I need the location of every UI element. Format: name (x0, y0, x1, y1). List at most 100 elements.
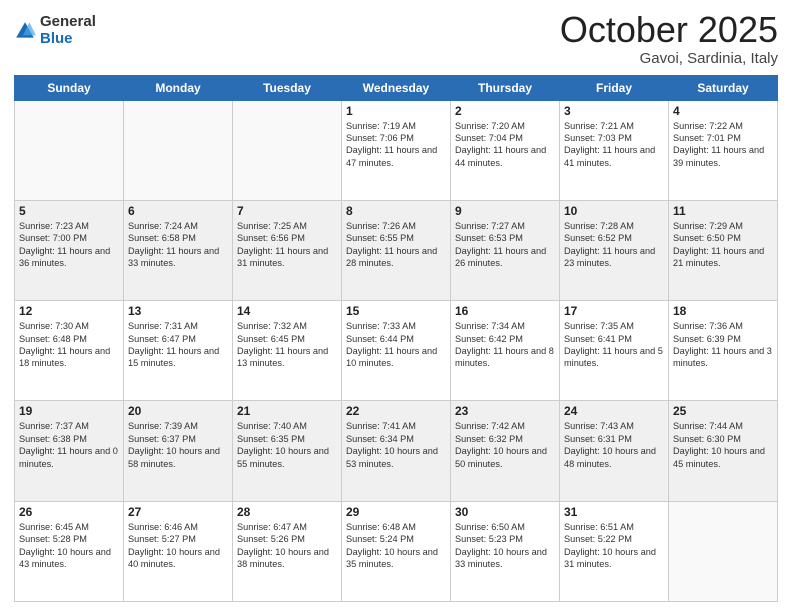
cell-text: Sunrise: 7:40 AM Sunset: 6:35 PM Dayligh… (237, 420, 337, 470)
day-number: 22 (346, 404, 446, 418)
calendar-cell: 2 Sunrise: 7:20 AM Sunset: 7:04 PM Daylig… (451, 100, 560, 200)
weekday-header: Sunday (15, 75, 124, 100)
day-number: 5 (19, 204, 119, 218)
day-number: 23 (455, 404, 555, 418)
cell-text: Sunrise: 7:25 AM Sunset: 6:56 PM Dayligh… (237, 220, 337, 270)
calendar-cell: 6Sunrise: 7:24 AM Sunset: 6:58 PM Daylig… (124, 200, 233, 300)
day-number: 28 (237, 505, 337, 519)
day-number: 7 (237, 204, 337, 218)
day-number: 16 (455, 304, 555, 318)
calendar-cell: 27 Sunrise: 6:46 AM Sunset: 5:27 PM Dayli… (124, 501, 233, 601)
calendar-cell: 3Sunrise: 7:21 AM Sunset: 7:03 PM Daylig… (560, 100, 669, 200)
day-number: 24 (564, 404, 664, 418)
location: Gavoi, Sardinia, Italy (560, 50, 778, 67)
day-number: 21 (237, 404, 337, 418)
day-number: 26 (19, 505, 119, 519)
cell-text: Sunrise: 7:41 AM Sunset: 6:34 PM Dayligh… (346, 420, 446, 470)
cell-text: Sunrise: 6:51 AM Sunset: 5:22 PM Dayligh… (564, 521, 664, 571)
logo-blue: Blue (40, 31, 96, 48)
calendar-cell: 26 Sunrise: 6:45 AM Sunset: 5:28 PM Dayli… (15, 501, 124, 601)
calendar-cell: 21 Sunrise: 7:40 AM Sunset: 6:35 PM Dayli… (233, 401, 342, 501)
cell-text: Sunrise: 7:29 AM Sunset: 6:50 PM Dayligh… (673, 220, 773, 270)
calendar-cell: 17 Sunrise: 7:35 AM Sunset: 6:41 PM Dayli… (560, 301, 669, 401)
cell-text: Sunrise: 7:27 AM Sunset: 6:53 PM Dayligh… (455, 220, 555, 270)
day-number: 30 (455, 505, 555, 519)
day-number: 15 (346, 304, 446, 318)
calendar-cell: 18 Sunrise: 7:36 AM Sunset: 6:39 PM Dayli… (669, 301, 778, 401)
cell-text: Sunrise: 7:30 AM Sunset: 6:48 PM Dayligh… (19, 320, 119, 370)
calendar-cell (233, 100, 342, 200)
calendar-cell: 13 Sunrise: 7:31 AM Sunset: 6:47 PM Dayli… (124, 301, 233, 401)
calendar-cell: 10 Sunrise: 7:28 AM Sunset: 6:52 PM Dayli… (560, 200, 669, 300)
day-number: 31 (564, 505, 664, 519)
day-number: 17 (564, 304, 664, 318)
weekday-header: Tuesday (233, 75, 342, 100)
cell-text: Sunrise: 7:26 AM Sunset: 6:55 PM Dayligh… (346, 220, 446, 270)
cell-text: Sunrise: 7:28 AM Sunset: 6:52 PM Dayligh… (564, 220, 664, 270)
day-number: 6 (128, 204, 228, 218)
title-block: October 2025 Gavoi, Sardinia, Italy (560, 10, 778, 67)
calendar-cell (15, 100, 124, 200)
header: General Blue October 2025 Gavoi, Sardini… (14, 10, 778, 67)
month-title: October 2025 (560, 10, 778, 50)
calendar-cell: 8 Sunrise: 7:26 AM Sunset: 6:55 PM Daylig… (342, 200, 451, 300)
cell-text: Sunrise: 6:48 AM Sunset: 5:24 PM Dayligh… (346, 521, 446, 571)
cell-text: Sunrise: 7:39 AM Sunset: 6:37 PM Dayligh… (128, 420, 228, 470)
cell-text: Sunrise: 7:43 AM Sunset: 6:31 PM Dayligh… (564, 420, 664, 470)
calendar-cell: 20 Sunrise: 7:39 AM Sunset: 6:37 PM Dayli… (124, 401, 233, 501)
day-number: 2 (455, 104, 555, 118)
calendar-cell: 30 Sunrise: 6:50 AM Sunset: 5:23 PM Dayli… (451, 501, 560, 601)
cell-text: Sunrise: 7:31 AM Sunset: 6:47 PM Dayligh… (128, 320, 228, 370)
calendar-cell: 4Sunrise: 7:22 AM Sunset: 7:01 PM Daylig… (669, 100, 778, 200)
calendar-cell: 19 Sunrise: 7:37 AM Sunset: 6:38 PM Dayli… (15, 401, 124, 501)
calendar-cell: 15Sunrise: 7:33 AM Sunset: 6:44 PM Dayli… (342, 301, 451, 401)
day-number: 11 (673, 204, 773, 218)
cell-text: Sunrise: 6:50 AM Sunset: 5:23 PM Dayligh… (455, 521, 555, 571)
day-number: 18 (673, 304, 773, 318)
calendar-cell: 29Sunrise: 6:48 AM Sunset: 5:24 PM Dayli… (342, 501, 451, 601)
calendar-row: 26 Sunrise: 6:45 AM Sunset: 5:28 PM Dayli… (15, 501, 778, 601)
logo-icon (14, 20, 36, 42)
calendar-cell: 11 Sunrise: 7:29 AM Sunset: 6:50 PM Dayli… (669, 200, 778, 300)
weekday-header: Wednesday (342, 75, 451, 100)
calendar-cell: 31 Sunrise: 6:51 AM Sunset: 5:22 PM Dayli… (560, 501, 669, 601)
cell-text: Sunrise: 6:45 AM Sunset: 5:28 PM Dayligh… (19, 521, 119, 571)
day-number: 20 (128, 404, 228, 418)
calendar-row: 19 Sunrise: 7:37 AM Sunset: 6:38 PM Dayli… (15, 401, 778, 501)
day-number: 8 (346, 204, 446, 218)
cell-text: Sunrise: 6:47 AM Sunset: 5:26 PM Dayligh… (237, 521, 337, 571)
cell-text: Sunrise: 7:35 AM Sunset: 6:41 PM Dayligh… (564, 320, 664, 370)
calendar-cell: 5Sunrise: 7:23 AM Sunset: 7:00 PM Daylig… (15, 200, 124, 300)
calendar-cell: 7 Sunrise: 7:25 AM Sunset: 6:56 PM Daylig… (233, 200, 342, 300)
cell-text: Sunrise: 7:37 AM Sunset: 6:38 PM Dayligh… (19, 420, 119, 470)
cell-text: Sunrise: 7:42 AM Sunset: 6:32 PM Dayligh… (455, 420, 555, 470)
weekday-header: Thursday (451, 75, 560, 100)
cell-text: Sunrise: 7:36 AM Sunset: 6:39 PM Dayligh… (673, 320, 773, 370)
calendar-cell: 22 Sunrise: 7:41 AM Sunset: 6:34 PM Dayli… (342, 401, 451, 501)
logo: General Blue (14, 14, 96, 47)
calendar-cell: 12 Sunrise: 7:30 AM Sunset: 6:48 PM Dayli… (15, 301, 124, 401)
calendar-cell: 24 Sunrise: 7:43 AM Sunset: 6:31 PM Dayli… (560, 401, 669, 501)
day-number: 12 (19, 304, 119, 318)
cell-text: Sunrise: 7:34 AM Sunset: 6:42 PM Dayligh… (455, 320, 555, 370)
calendar-cell: 16 Sunrise: 7:34 AM Sunset: 6:42 PM Dayli… (451, 301, 560, 401)
weekday-header: Monday (124, 75, 233, 100)
cell-text: Sunrise: 6:46 AM Sunset: 5:27 PM Dayligh… (128, 521, 228, 571)
day-number: 19 (19, 404, 119, 418)
calendar-row: 5Sunrise: 7:23 AM Sunset: 7:00 PM Daylig… (15, 200, 778, 300)
page: General Blue October 2025 Gavoi, Sardini… (0, 0, 792, 612)
cell-text: Sunrise: 7:32 AM Sunset: 6:45 PM Dayligh… (237, 320, 337, 370)
calendar-cell (669, 501, 778, 601)
calendar-cell: 25 Sunrise: 7:44 AM Sunset: 6:30 PM Dayli… (669, 401, 778, 501)
cell-text: Sunrise: 7:20 AM Sunset: 7:04 PM Dayligh… (455, 120, 555, 170)
day-number: 27 (128, 505, 228, 519)
day-number: 13 (128, 304, 228, 318)
day-number: 25 (673, 404, 773, 418)
calendar-cell: 9Sunrise: 7:27 AM Sunset: 6:53 PM Daylig… (451, 200, 560, 300)
cell-text: Sunrise: 7:44 AM Sunset: 6:30 PM Dayligh… (673, 420, 773, 470)
calendar-row: 12 Sunrise: 7:30 AM Sunset: 6:48 PM Dayli… (15, 301, 778, 401)
calendar-row: 1Sunrise: 7:19 AM Sunset: 7:06 PM Daylig… (15, 100, 778, 200)
cell-text: Sunrise: 7:21 AM Sunset: 7:03 PM Dayligh… (564, 120, 664, 170)
day-number: 10 (564, 204, 664, 218)
day-number: 14 (237, 304, 337, 318)
